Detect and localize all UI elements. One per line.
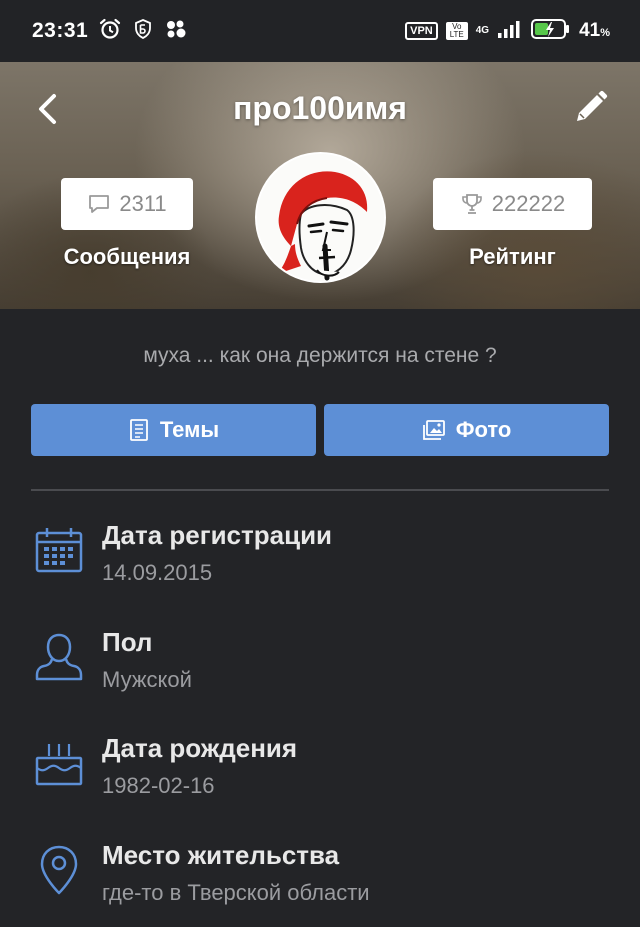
messages-counter[interactable]: 2311 — [61, 178, 193, 230]
chat-bubble-icon — [89, 195, 110, 213]
battery-icon — [531, 18, 571, 45]
divider — [31, 489, 609, 491]
network-type: 4G — [475, 25, 490, 36]
messages-label: Сообщения — [63, 244, 191, 269]
registration-value: 14.09.2015 — [102, 560, 213, 585]
rating-counter[interactable]: 222222 — [433, 178, 592, 230]
avatar[interactable] — [255, 152, 386, 283]
document-icon — [129, 419, 148, 441]
alarm-icon — [98, 17, 122, 46]
info-row-registration: Дата регистрации 14.09.2015 — [0, 520, 640, 600]
photo-gallery-icon — [422, 420, 445, 440]
shield-b-icon — [132, 18, 154, 45]
birthday-value: 1982-02-16 — [102, 773, 215, 798]
rating-value: 222222 — [491, 191, 566, 216]
info-row-gender: Пол Мужской — [0, 627, 640, 707]
avatar-image — [257, 154, 384, 281]
location-title: Место жительства — [102, 840, 340, 870]
info-row-location: Место жительства где-то в Тверской облас… — [0, 840, 640, 920]
birthday-title: Дата рождения — [102, 733, 298, 763]
profile-status: муха ... как она держится на стене ? — [143, 344, 497, 367]
battery-percent: 41% — [579, 20, 610, 42]
info-row-birthday: Дата рождения 1982-02-16 — [0, 733, 640, 813]
page-title: про100имя — [233, 90, 407, 126]
photo-button[interactable]: Фото — [324, 404, 609, 456]
battery-percent-unit: % — [600, 27, 610, 39]
user-icon — [33, 631, 85, 683]
app-cluster-icon — [164, 18, 188, 45]
registration-title: Дата регистрации — [102, 520, 333, 550]
map-pin-icon — [33, 844, 85, 896]
gender-title: Пол — [102, 627, 153, 657]
calendar-icon — [33, 524, 85, 576]
status-left: 23:31 — [32, 17, 188, 46]
status-time: 23:31 — [32, 19, 89, 42]
topics-label: Темы — [159, 417, 220, 442]
topics-button[interactable]: Темы — [31, 404, 316, 456]
location-value: где-то в Тверской области — [102, 880, 370, 905]
gender-value: Мужской — [102, 667, 192, 692]
signal-icon — [497, 19, 523, 44]
rating-label: Рейтинг — [469, 244, 556, 269]
status-right: VPN Vo LTE 4G 41% — [405, 18, 610, 45]
battery-percent-value: 41 — [579, 20, 601, 41]
pencil-icon — [577, 90, 608, 121]
volte-indicator: Vo LTE — [445, 22, 468, 40]
status-bar: 23:31 VPN Vo LTE 4G 41% — [0, 0, 640, 62]
vpn-indicator: VPN — [405, 22, 438, 40]
profile-header: про100имя 2311 Сообщения 222222 Рейтинг — [0, 62, 640, 309]
photo-label: Фото — [455, 417, 512, 442]
trophy-icon — [461, 194, 482, 214]
messages-count: 2311 — [119, 191, 167, 216]
birthday-cake-icon — [33, 737, 85, 789]
edit-button[interactable] — [570, 88, 610, 128]
